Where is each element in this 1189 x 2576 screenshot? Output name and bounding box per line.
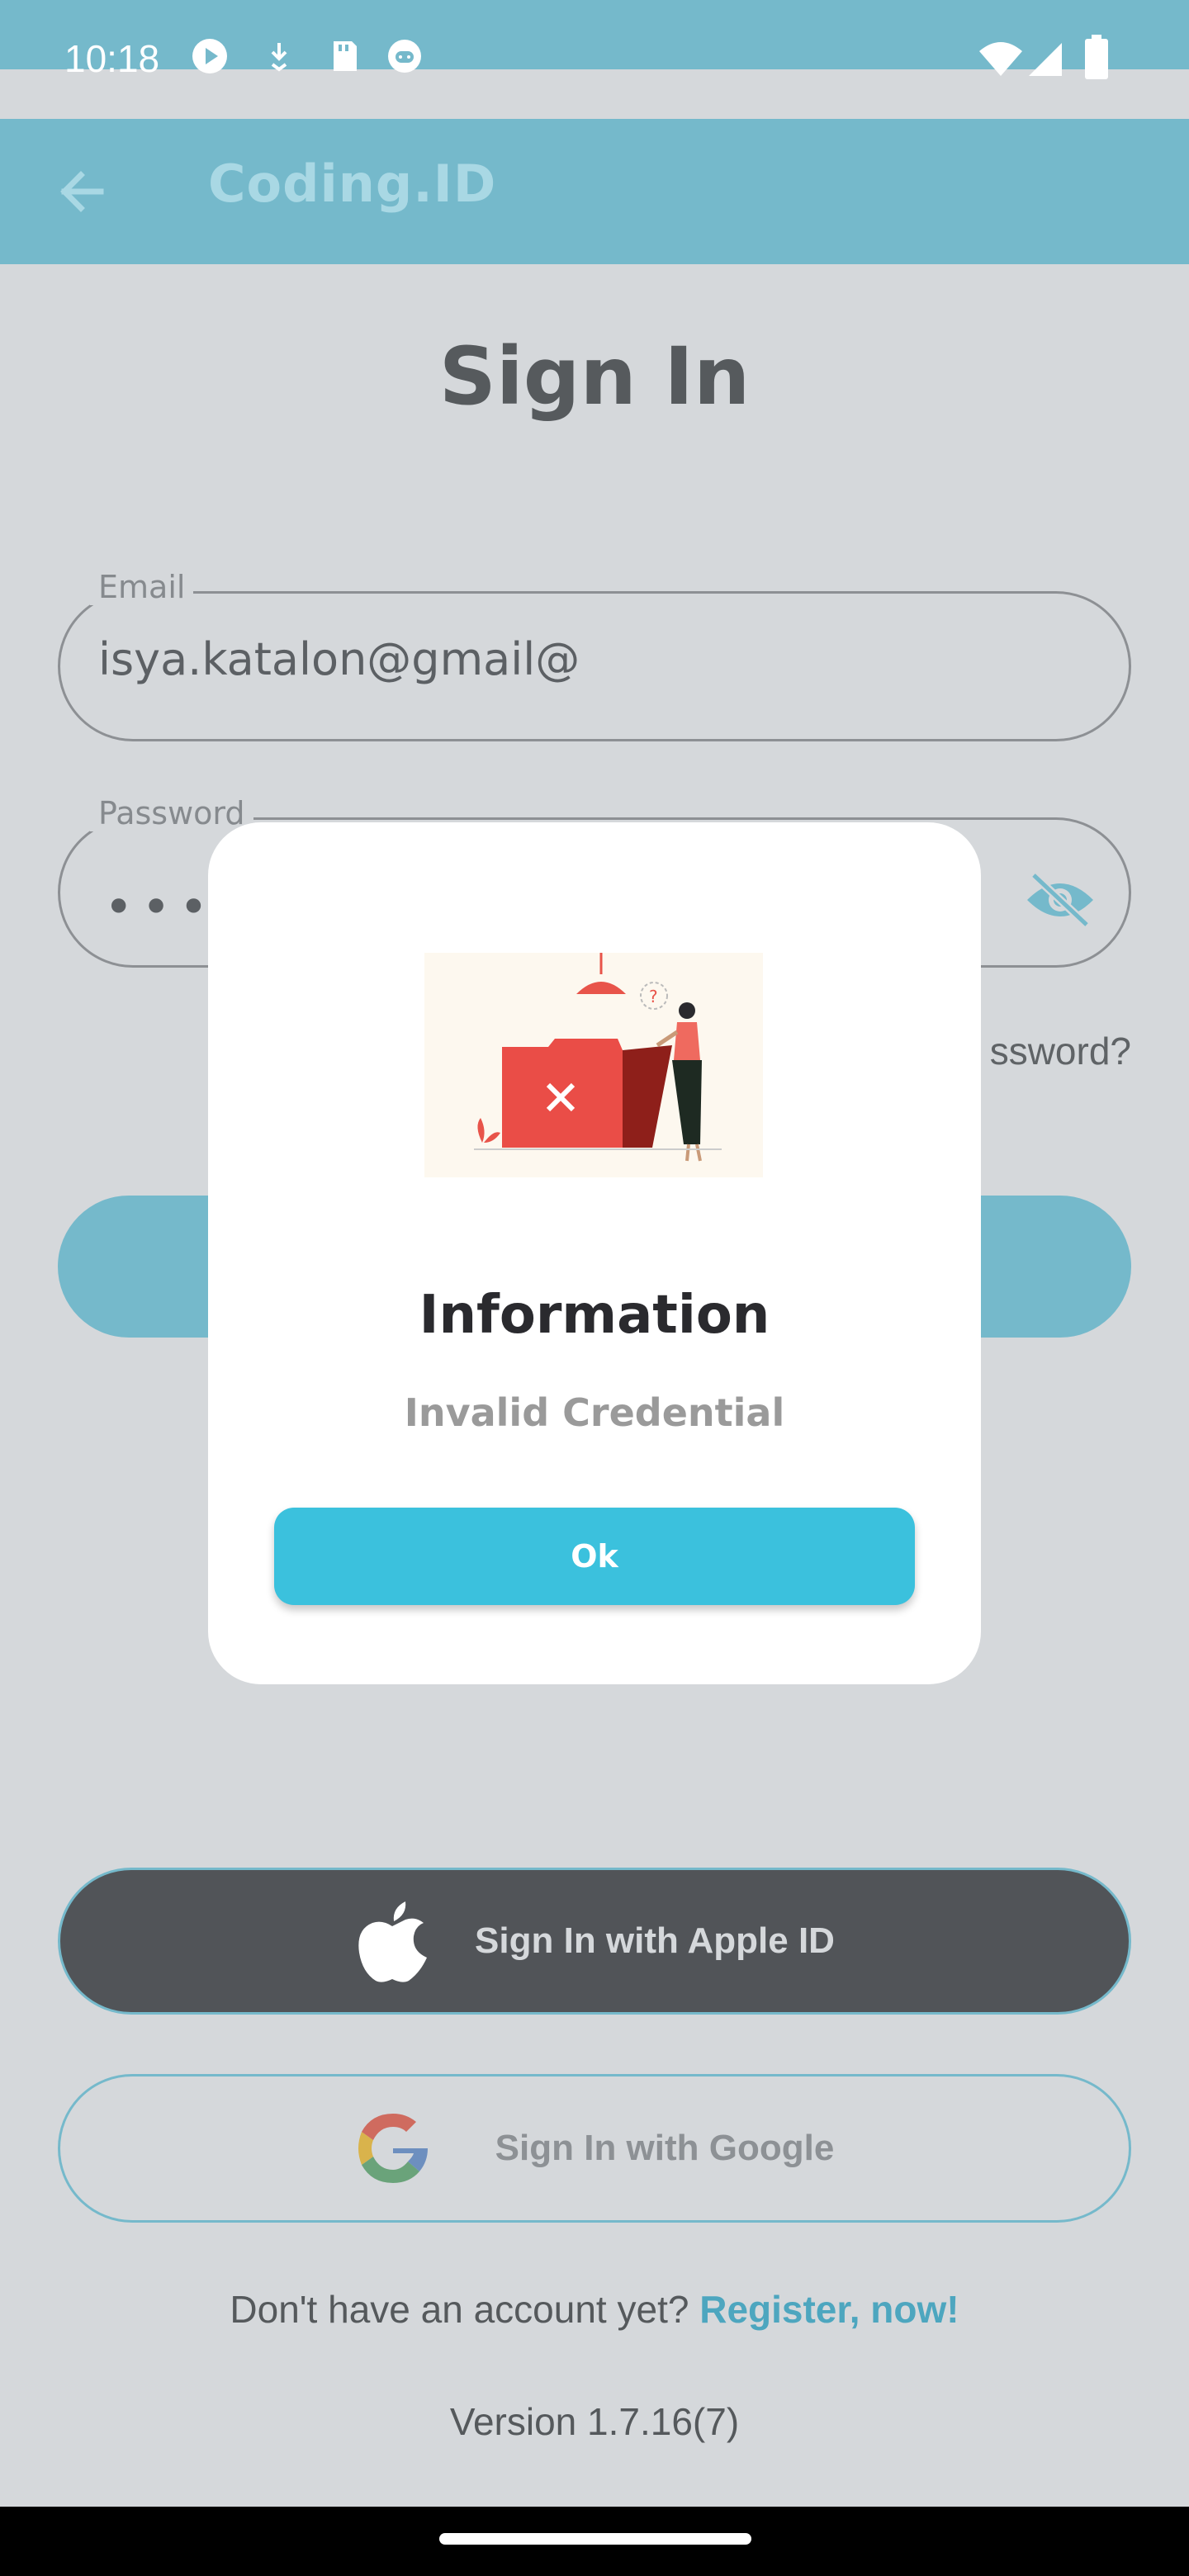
download-icon (271, 43, 287, 72)
email-value: isya.katalon@gmail@ (98, 633, 580, 685)
register-prompt: Don't have an account yet? (230, 2288, 689, 2331)
email-field[interactable]: Email isya.katalon@gmail@ (58, 569, 1131, 741)
page-title: Sign In (438, 330, 751, 423)
svg-text:?: ? (649, 987, 658, 1006)
apple-sign-in-label: Sign In with Apple ID (475, 1920, 835, 1961)
ok-button[interactable]: Ok (274, 1508, 915, 1605)
register-link[interactable]: Register, now! (699, 2288, 959, 2331)
sd-card-icon (334, 41, 357, 71)
home-gesture-handle[interactable] (439, 2533, 751, 2545)
back-button[interactable] (46, 157, 116, 226)
android-icon (388, 40, 421, 73)
battery-icon (1085, 35, 1108, 79)
apple-sign-in-button[interactable]: Sign In with Apple ID (58, 1868, 1131, 2015)
dialog-message: Invalid Credential (404, 1390, 785, 1435)
error-folder-illustration: ? (424, 953, 763, 1177)
app-title: Coding.ID (208, 154, 497, 214)
email-label: Email (90, 569, 194, 605)
media-app-icon (192, 39, 227, 73)
dialog-title: Information (419, 1285, 770, 1346)
google-sign-in-label: Sign In with Google (495, 2128, 835, 2168)
register-row: Don't have an account yet? Register, now… (0, 2287, 1189, 2332)
password-label: Password (90, 795, 253, 831)
apple-icon (358, 1901, 428, 1982)
google-sign-in-button[interactable]: Sign In with Google (58, 2074, 1131, 2223)
wifi-icon (979, 42, 1022, 76)
ok-label: Ok (571, 1538, 618, 1574)
visibility-off-icon[interactable] (1024, 870, 1097, 930)
app-bar (0, 119, 1189, 264)
google-icon (358, 2114, 428, 2183)
arrow-left-icon (60, 171, 104, 212)
status-time: 10:18 (64, 37, 160, 80)
signal-icon (1029, 43, 1062, 76)
version-label: Version 1.7.16(7) (449, 2400, 740, 2443)
